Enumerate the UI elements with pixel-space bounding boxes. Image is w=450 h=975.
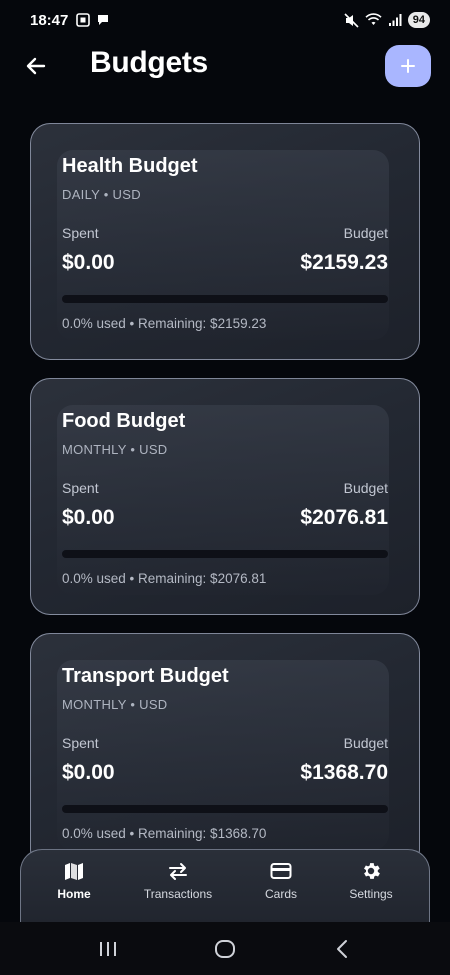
- budget-card[interactable]: Food Budget MONTHLY • USD Spent Budget $…: [30, 378, 420, 615]
- app-header: Budgets: [0, 40, 450, 96]
- spent-label: Spent: [62, 225, 99, 241]
- budget-card[interactable]: Health Budget DAILY • USD Spent Budget $…: [30, 123, 420, 360]
- budget-usage-summary: 0.0% used • Remaining: $1368.70: [62, 826, 267, 841]
- nav-item-transactions[interactable]: Transactions: [133, 860, 223, 904]
- mute-icon: [344, 12, 359, 28]
- spent-label: Spent: [62, 480, 99, 496]
- recent-apps-icon: [100, 941, 117, 956]
- nav-label-cards: Cards: [264, 887, 297, 901]
- wifi-icon: [365, 13, 382, 25]
- battery-indicator: 94: [407, 12, 430, 28]
- budget-period-currency: MONTHLY • USD: [62, 442, 168, 457]
- budget-progress-bar: [62, 295, 388, 303]
- system-back-button[interactable]: [322, 929, 362, 969]
- system-navigation-bar: [0, 922, 450, 975]
- budget-period-currency: MONTHLY • USD: [62, 697, 168, 712]
- spent-amount: $0.00: [62, 251, 115, 274]
- budget-usage-summary: 0.0% used • Remaining: $2076.81: [62, 571, 267, 586]
- budget-amount: $2159.23: [300, 251, 388, 274]
- page-title: Budgets: [90, 46, 208, 79]
- arrow-left-icon: [26, 57, 46, 75]
- spent-label: Spent: [62, 735, 99, 751]
- nav-item-cards[interactable]: Cards: [236, 860, 326, 904]
- chat-notification-icon: [98, 15, 109, 25]
- recent-apps-button[interactable]: [88, 929, 128, 969]
- budget-name: Health Budget: [62, 155, 198, 177]
- signal-icon: [388, 14, 402, 26]
- budget-amount: $2076.81: [300, 506, 388, 529]
- spent-amount: $0.00: [62, 506, 115, 529]
- plus-icon: [401, 59, 415, 73]
- home-button[interactable]: [205, 929, 245, 969]
- budget-name: Transport Budget: [62, 665, 229, 687]
- nav-item-settings[interactable]: Settings: [326, 860, 416, 904]
- swap-arrows-icon: [169, 863, 187, 880]
- back-button[interactable]: [22, 52, 50, 80]
- budget-label: Budget: [343, 735, 388, 751]
- status-time: 18:47: [30, 11, 69, 29]
- nav-label-settings: Settings: [349, 887, 393, 901]
- budget-card[interactable]: Transport Budget MONTHLY • USD Spent Bud…: [30, 633, 420, 870]
- nav-item-home[interactable]: Home: [29, 860, 119, 904]
- nav-label-transactions: Transactions: [143, 887, 213, 901]
- add-budget-button[interactable]: [385, 45, 431, 87]
- spent-amount: $0.00: [62, 761, 115, 784]
- status-bar: 18:47 94: [0, 0, 450, 40]
- budget-name: Food Budget: [62, 410, 186, 432]
- budget-progress-bar: [62, 805, 388, 813]
- credit-card-icon: [270, 863, 292, 879]
- chevron-left-icon: [336, 939, 347, 958]
- home-circle-icon: [214, 939, 235, 958]
- budget-period-currency: DAILY • USD: [62, 187, 141, 202]
- budget-label: Budget: [343, 225, 388, 241]
- screenshot-notification-icon: [76, 13, 91, 27]
- budget-label: Budget: [343, 480, 388, 496]
- budget-usage-summary: 0.0% used • Remaining: $2159.23: [62, 316, 267, 331]
- nav-label-home: Home: [57, 887, 91, 901]
- home-icon: [65, 863, 83, 880]
- budget-progress-bar: [62, 550, 388, 558]
- budget-amount: $1368.70: [300, 761, 388, 784]
- gear-icon: [364, 863, 380, 879]
